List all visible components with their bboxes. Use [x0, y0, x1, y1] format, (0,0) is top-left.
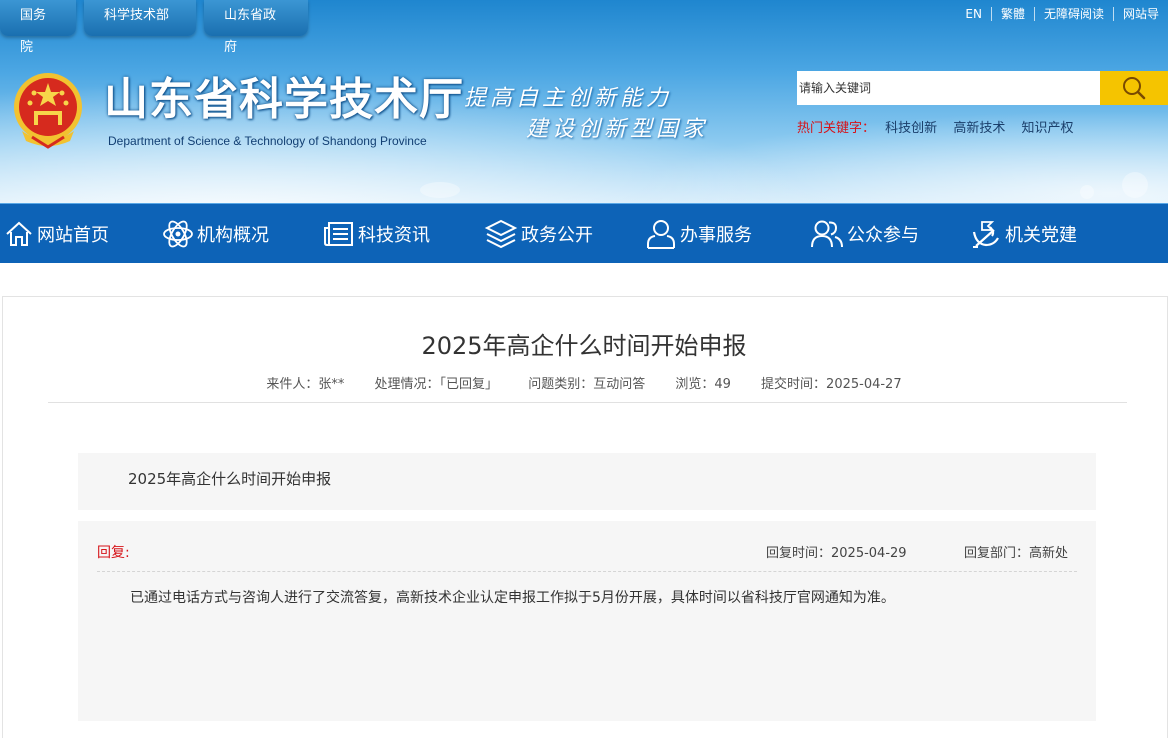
hot-keywords: 热门关键字： 科技创新 高新技术 知识产权 — [797, 117, 1085, 136]
slogan-line-2: 建设创新型国家 — [526, 117, 709, 142]
top-link-most[interactable]: 科学技术部 — [84, 0, 196, 36]
layers-icon — [484, 219, 518, 249]
reply-department: 回复部门：高新处 — [964, 546, 1069, 561]
national-emblem-logo — [12, 71, 84, 149]
search-icon — [1123, 77, 1146, 100]
top-link-state-council[interactable]: 国务院 — [0, 0, 76, 55]
main-nav: 网站首页 机构概况 科技资讯 政务公开 办事服务 公众参与 机关党建 — [0, 203, 1168, 263]
nav-item-label: 机关党建 — [1005, 225, 1077, 246]
users-icon — [811, 220, 843, 248]
hot-keyword[interactable]: 高新技术 — [953, 121, 1005, 136]
decor-bubble — [1080, 185, 1094, 199]
divider — [48, 402, 1127, 403]
hot-keywords-label: 热门关键字： — [797, 121, 876, 136]
search-input[interactable] — [797, 71, 1100, 105]
nav-item-services[interactable]: 办事服务 — [645, 204, 752, 264]
reply-box: 回复: 回复时间：2025-04-29 回复部门：高新处 已通过电话方式与咨询人… — [78, 521, 1096, 721]
meta-sender: 来件人：张** — [266, 377, 345, 392]
meta-category: 问题类别：互动问答 — [528, 377, 646, 392]
nav-item-participation[interactable]: 公众参与 — [810, 204, 919, 264]
nav-item-party[interactable]: 机关党建 — [968, 204, 1077, 264]
traditional-chinese-link[interactable]: 繁體 — [990, 7, 1034, 21]
reply-time: 回复时间：2025-04-29 — [766, 546, 907, 561]
nav-item-label: 办事服务 — [680, 225, 752, 246]
site-title: 山东省科学技术厅 — [104, 74, 464, 125]
lang-en-link[interactable]: EN — [956, 7, 991, 21]
meta-submitted: 提交时间：2025-04-27 — [761, 377, 902, 392]
user-icon — [647, 220, 675, 249]
site-nav-link[interactable]: 网站导 — [1112, 7, 1168, 21]
nav-item-label: 网站首页 — [37, 225, 109, 246]
divider — [97, 571, 1077, 572]
top-link-shandong-gov[interactable]: 山东省政府 — [204, 0, 308, 55]
nav-item-label: 科技资讯 — [358, 225, 430, 246]
nav-item-label: 机构概况 — [197, 225, 269, 246]
nav-item-label: 公众参与 — [847, 225, 919, 246]
nav-item-news[interactable]: 科技资讯 — [323, 204, 430, 264]
atom-icon — [163, 220, 193, 248]
slogan-line-1: 提高自主创新能力 — [464, 86, 673, 111]
page-title: 2025年高企什么时间开始申报 — [421, 332, 747, 360]
header-banner: 国务院 科学技术部 山东省政府 EN 繁體 无障碍阅读 网站导 山东省科学技术厅… — [0, 0, 1168, 203]
accessibility-link[interactable]: 无障碍阅读 — [1033, 7, 1113, 21]
news-icon — [324, 222, 353, 246]
decor-bubble — [1122, 172, 1148, 198]
search-button[interactable] — [1100, 71, 1168, 105]
hot-keyword[interactable]: 科技创新 — [885, 121, 937, 136]
party-icon — [972, 221, 999, 248]
top-links: 国务院 科学技术部 山东省政府 — [0, 0, 308, 55]
question-meta: 来件人：张** 处理情况：「已回复」 问题类别：互动问答 浏览：49 提交时间：… — [0, 373, 1168, 392]
meta-status: 处理情况：「已回复」 — [374, 377, 499, 392]
meta-views: 浏览：49 — [675, 377, 731, 392]
nav-item-gov-affairs[interactable]: 政务公开 — [484, 204, 593, 264]
utility-links: EN 繁體 无障碍阅读 网站导 — [956, 7, 1168, 21]
decor-bubble — [420, 182, 460, 198]
question-body: 2025年高企什么时间开始申报 — [128, 470, 332, 488]
nav-item-label: 政务公开 — [521, 225, 593, 246]
site-subtitle-en: Department of Science & Technology of Sh… — [108, 134, 427, 148]
home-icon — [6, 221, 32, 246]
hot-keyword[interactable]: 知识产权 — [1021, 121, 1073, 136]
reply-label: 回复: — [97, 545, 130, 561]
question-box: 2025年高企什么时间开始申报 — [78, 453, 1096, 510]
reply-text: 已通过电话方式与咨询人进行了交流答复，高新技术企业认定申报工作拟于5月份开展，具… — [130, 590, 895, 606]
nav-item-home[interactable]: 网站首页 — [4, 204, 109, 264]
nav-item-org[interactable]: 机构概况 — [162, 204, 269, 264]
